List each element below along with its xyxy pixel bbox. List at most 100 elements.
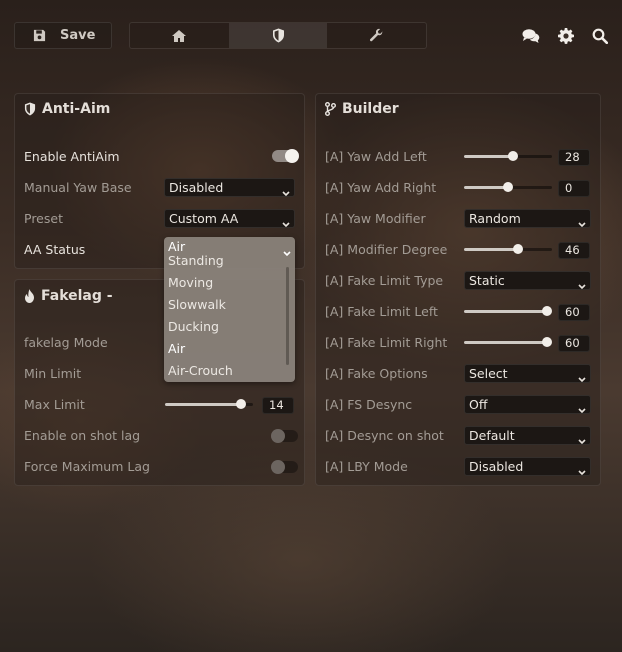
option-air-crouch[interactable]: Air-Crouch	[168, 361, 233, 381]
floppy-disk-icon	[33, 29, 46, 42]
fake-limit-left-slider[interactable]	[464, 306, 552, 316]
main-tabs	[129, 22, 427, 49]
fake-options-select[interactable]: Select	[464, 364, 591, 383]
toggle-knob	[271, 460, 285, 474]
max-limit-value[interactable]: 14	[262, 397, 294, 414]
chevron-down-icon	[578, 215, 586, 232]
chat-icon[interactable]	[522, 28, 540, 43]
builder-panel: Builder [A] Yaw Add Left 28 [A] Yaw Add …	[315, 93, 601, 486]
chevron-down-icon	[578, 432, 586, 449]
yaw-modifier-value: Random	[469, 211, 521, 226]
slider-fill	[165, 403, 241, 406]
tab-home[interactable]	[130, 23, 229, 48]
fs-desync-select[interactable]: Off	[464, 395, 591, 414]
modifier-degree-value[interactable]: 46	[558, 242, 590, 259]
anti-aim-title: Anti-Aim	[24, 101, 110, 117]
option-slowwalk[interactable]: Slowwalk	[168, 295, 226, 315]
slider-thumb[interactable]	[235, 399, 246, 409]
slider-thumb[interactable]	[508, 151, 519, 161]
manual-yaw-select[interactable]: Disabled	[164, 178, 295, 197]
dropdown-scrollbar[interactable]	[286, 267, 289, 365]
slider-thumb[interactable]	[542, 337, 552, 347]
chevron-down-icon	[578, 463, 586, 480]
desync-on-shot-select[interactable]: Default	[464, 426, 591, 445]
onshot-lag-toggle[interactable]	[271, 429, 298, 443]
toggle-knob	[271, 429, 285, 443]
fake-limit-right-slider[interactable]	[464, 337, 552, 347]
option-ducking[interactable]: Ducking	[168, 317, 219, 337]
row-yaw-add-right: [A] Yaw Add Right 0	[316, 178, 600, 198]
slider-fill	[464, 186, 508, 189]
onshot-lag-label: Enable on shot lag	[24, 428, 141, 443]
fake-limit-right-value[interactable]: 60	[558, 335, 590, 352]
aa-status-select[interactable]: Air	[164, 237, 295, 257]
chevron-down-icon	[578, 401, 586, 418]
yaw-modifier-select[interactable]: Random	[464, 209, 591, 228]
preset-select[interactable]: Custom AA	[164, 209, 295, 228]
anti-aim-title-label: Anti-Aim	[42, 101, 111, 117]
aa-status-label: AA Status	[24, 242, 86, 257]
yaw-add-right-slider[interactable]	[464, 182, 552, 192]
shield-icon	[272, 28, 285, 43]
save-label: Save	[60, 28, 96, 43]
slider-thumb[interactable]	[503, 182, 513, 192]
slider-thumb[interactable]	[512, 244, 523, 254]
slider-thumb[interactable]	[542, 306, 552, 316]
yaw-add-left-label: [A] Yaw Add Left	[325, 149, 427, 164]
branch-icon	[325, 102, 336, 116]
fakelag-mode-label: fakelag Mode	[24, 335, 108, 350]
tab-anti-aim[interactable]	[228, 23, 328, 48]
enable-antiaim-label: Enable AntiAim	[24, 149, 120, 164]
fs-desync-value: Off	[469, 397, 488, 412]
save-button[interactable]: Save	[14, 22, 112, 49]
wrench-icon	[369, 28, 384, 43]
manual-yaw-label: Manual Yaw Base	[24, 180, 132, 195]
manual-yaw-value: Disabled	[169, 180, 224, 195]
chevron-down-icon	[578, 277, 586, 294]
lby-mode-value: Disabled	[469, 459, 524, 474]
fake-limit-type-value: Static	[469, 273, 505, 288]
enable-antiaim-toggle[interactable]	[272, 149, 299, 163]
aa-status-value: Air	[168, 239, 186, 254]
yaw-modifier-label: [A] Yaw Modifier	[325, 211, 426, 226]
min-limit-label: Min Limit	[24, 366, 82, 381]
slider-fill	[464, 310, 547, 313]
row-yaw-add-left: [A] Yaw Add Left 28	[316, 147, 600, 167]
desync-on-shot-value: Default	[469, 428, 515, 443]
row-lby-mode: [A] LBY Mode Disabled	[316, 457, 600, 477]
lby-mode-label: [A] LBY Mode	[325, 459, 408, 474]
shield-icon	[24, 102, 36, 116]
fake-limit-right-label: [A] Fake Limit Right	[325, 335, 448, 350]
gear-icon[interactable]	[558, 27, 574, 44]
fakelag-title: Fakelag -	[24, 288, 113, 304]
chevron-down-icon	[282, 215, 290, 232]
fake-limit-left-value[interactable]: 60	[558, 304, 590, 321]
desync-on-shot-label: [A] Desync on shot	[325, 428, 444, 443]
aa-status-options: Standing Moving Slowwalk Ducking Air Air…	[164, 255, 295, 382]
yaw-add-left-slider[interactable]	[464, 151, 552, 161]
fs-desync-label: [A] FS Desync	[325, 397, 413, 412]
lby-mode-select[interactable]: Disabled	[464, 457, 591, 476]
force-max-lag-toggle[interactable]	[271, 460, 298, 474]
fire-icon	[24, 289, 35, 303]
option-standing[interactable]: Standing	[168, 255, 224, 271]
home-icon	[171, 29, 187, 43]
modifier-degree-slider[interactable]	[464, 244, 552, 254]
yaw-add-right-label: [A] Yaw Add Right	[325, 180, 437, 195]
option-moving[interactable]: Moving	[168, 273, 213, 293]
row-yaw-modifier: [A] Yaw Modifier Random	[316, 209, 600, 229]
tab-misc[interactable]	[327, 23, 426, 48]
option-air[interactable]: Air	[168, 339, 185, 359]
yaw-add-left-value[interactable]: 28	[558, 149, 590, 166]
yaw-add-right-value[interactable]: 0	[558, 180, 590, 197]
fake-limit-type-select[interactable]: Static	[464, 271, 591, 290]
search-icon[interactable]	[592, 28, 608, 44]
row-force-max-lag: Force Maximum Lag	[15, 457, 304, 477]
chevron-down-icon	[282, 184, 290, 201]
row-modifier-degree: [A] Modifier Degree 46	[316, 240, 600, 260]
top-toolbar: Save	[14, 22, 608, 50]
max-limit-slider[interactable]	[165, 399, 253, 409]
force-max-lag-label: Force Maximum Lag	[24, 459, 150, 474]
row-fake-limit-type: [A] Fake Limit Type Static	[316, 271, 600, 291]
aa-status-dropdown[interactable]: Air Standing Moving Slowwalk Ducking Air…	[164, 237, 295, 382]
